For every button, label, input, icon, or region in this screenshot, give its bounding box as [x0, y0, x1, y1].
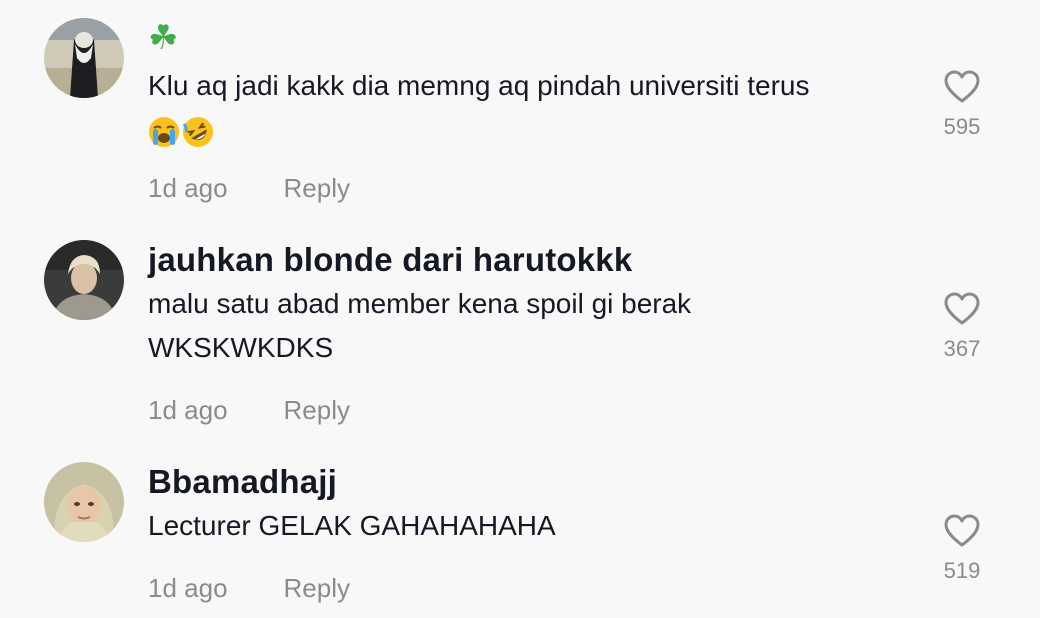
rolling-on-floor-laughing-icon	[182, 116, 213, 147]
comment-time: 1d ago	[148, 173, 228, 203]
comment-text: Lecturer GELAK GAHAHAHAHA	[148, 510, 556, 541]
avatar[interactable]	[44, 18, 124, 98]
heart-icon	[944, 292, 980, 325]
avatar[interactable]	[44, 240, 124, 320]
loudly-crying-face-icon	[149, 116, 179, 147]
like-button[interactable]: 595	[930, 70, 994, 140]
like-button[interactable]: 367	[930, 292, 994, 362]
like-count: 367	[943, 336, 981, 361]
four-leaf-clover-icon: ☘	[148, 19, 179, 57]
comment-text: Klu aq jadi kakk dia memng aq pindah uni…	[148, 64, 908, 152]
like-count: 519	[943, 558, 981, 583]
comment-text: malu satu abad member kena spoil gi bera…	[148, 288, 692, 363]
heart-icon	[944, 514, 980, 547]
comment-time: 1d ago	[148, 573, 228, 603]
comment-time: 1d ago	[148, 395, 228, 425]
like-button[interactable]: 519	[930, 514, 994, 584]
heart-icon	[944, 70, 980, 103]
reply-button[interactable]: Reply	[284, 395, 350, 425]
reply-button[interactable]: Reply	[284, 573, 350, 603]
avatar[interactable]	[44, 462, 124, 542]
username[interactable]: Bbamadhajj	[148, 462, 908, 502]
reply-button[interactable]: Reply	[284, 173, 350, 203]
like-count: 595	[943, 114, 981, 139]
comment-list: ☘ Klu aq jadi kakk dia memng aq pindah u…	[0, 0, 1040, 618]
username[interactable]: jauhkan blonde dari harutokkk	[148, 240, 908, 280]
